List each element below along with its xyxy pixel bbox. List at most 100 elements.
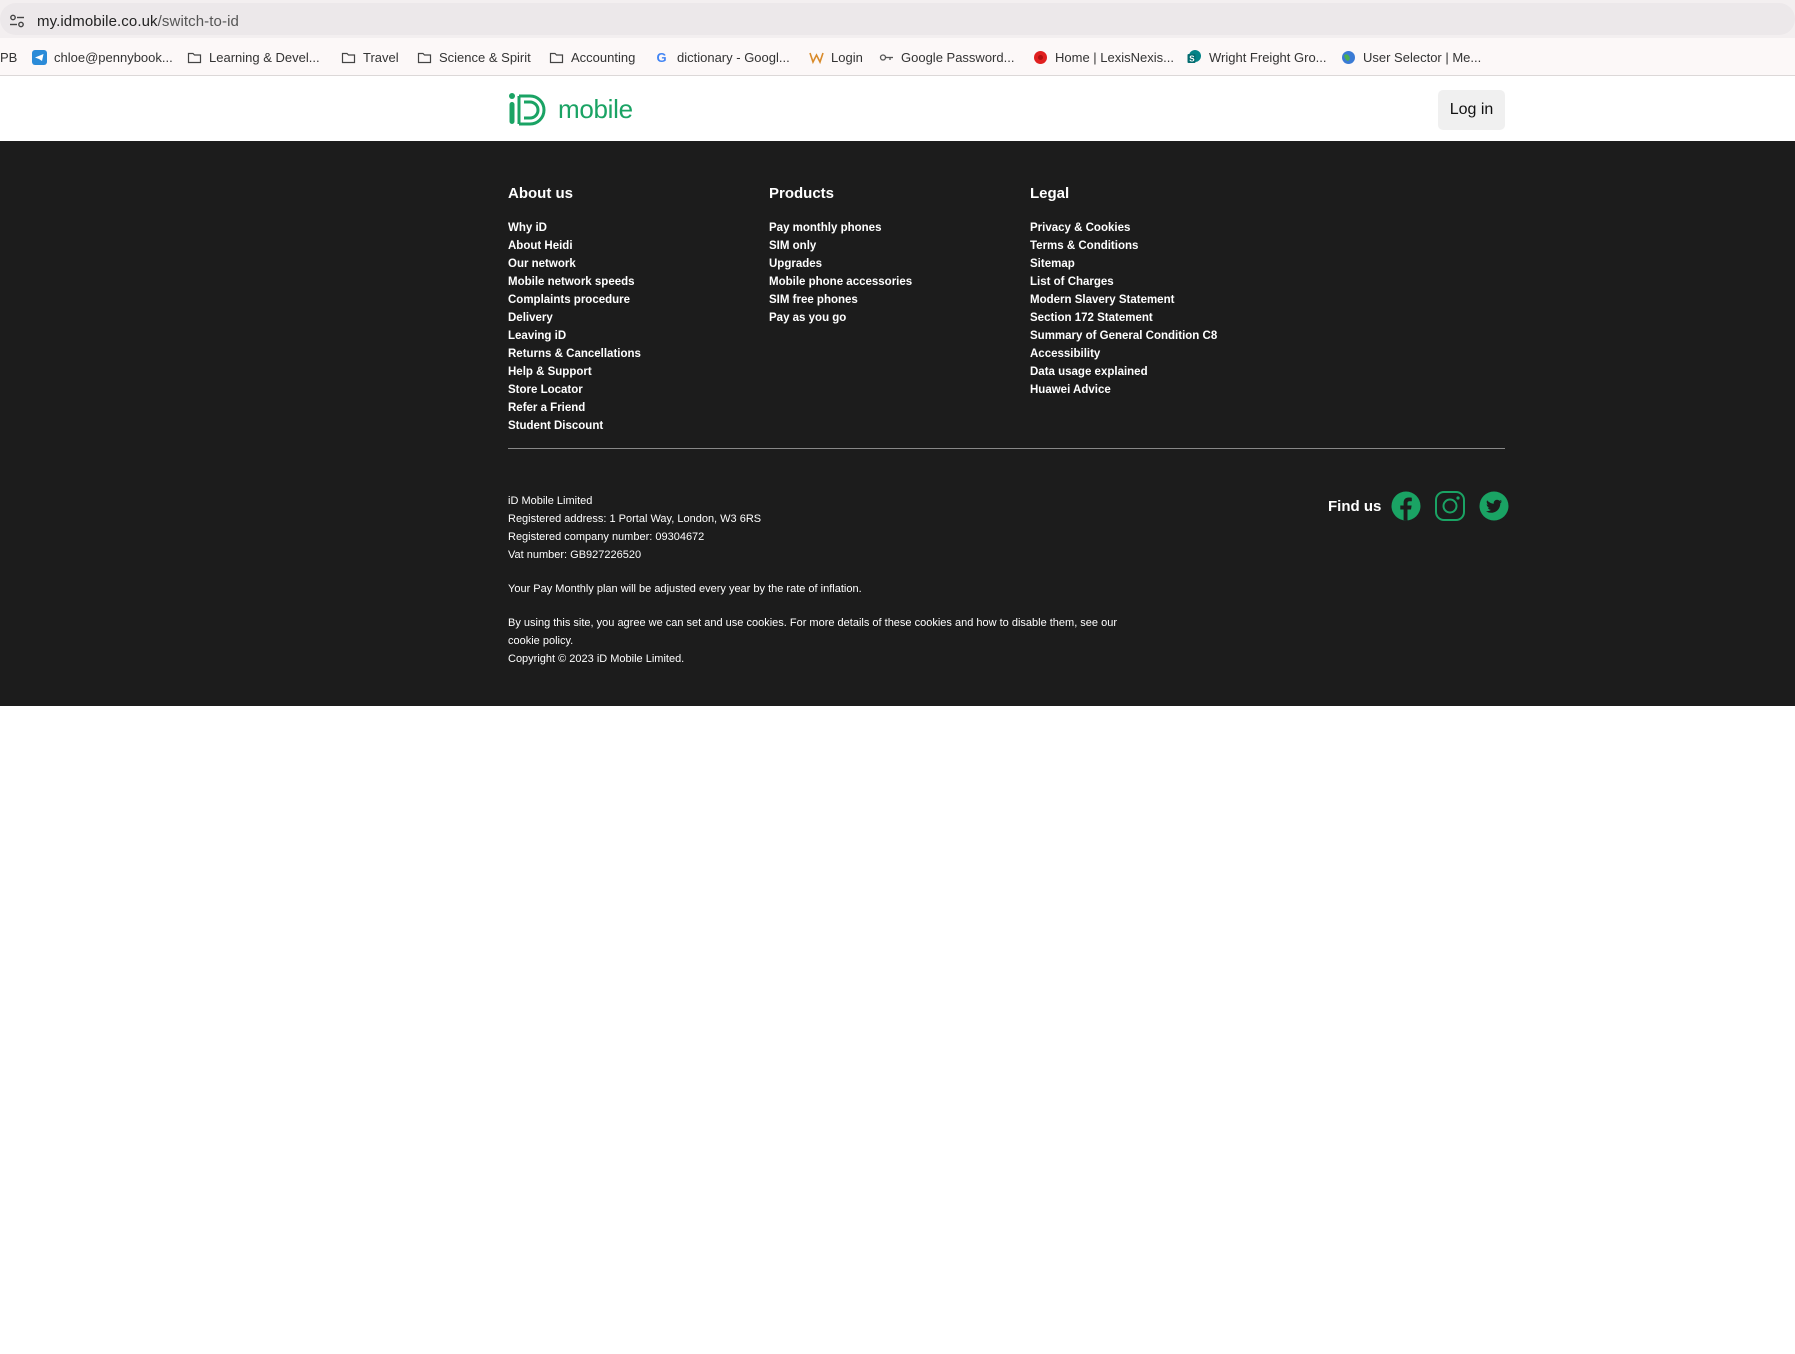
- instagram-icon[interactable]: [1435, 491, 1466, 521]
- bookmark-label: User Selector | Me...: [1363, 49, 1482, 65]
- bookmark-google-password[interactable]: Google Password...: [879, 48, 1014, 66]
- footer-column-legal: Legal Privacy & Cookies Terms & Conditio…: [1030, 185, 1217, 399]
- bookmark-label: Home | LexisNexis...: [1055, 49, 1174, 65]
- key-icon: [879, 53, 893, 61]
- footer-link[interactable]: Summary of General Condition C8: [1030, 327, 1217, 345]
- footer-link[interactable]: List of Charges: [1030, 273, 1217, 291]
- footer-link[interactable]: Mobile network speeds: [508, 273, 641, 291]
- site-footer: About us Why iD About Heidi Our network …: [0, 141, 1795, 706]
- footer-divider: [508, 448, 1505, 449]
- bookmark-accounting[interactable]: Accounting: [549, 48, 635, 66]
- footer-link[interactable]: Pay as you go: [769, 309, 912, 327]
- footer-link[interactable]: Huawei Advice: [1030, 381, 1217, 399]
- folder-icon: [187, 52, 202, 63]
- footer-link[interactable]: Store Locator: [508, 381, 641, 399]
- footer-link[interactable]: Privacy & Cookies: [1030, 219, 1217, 237]
- bookmark-learning[interactable]: Learning & Devel...: [187, 48, 320, 66]
- vat-number: Vat number: GB927226520: [508, 549, 642, 561]
- url-host: my.idmobile.co.uk: [37, 13, 158, 30]
- footer-link[interactable]: Accessibility: [1030, 345, 1217, 363]
- bookmark-label: Login: [831, 49, 863, 65]
- cookie-notice: By using this site, you agree we can set…: [508, 614, 1128, 668]
- footer-link[interactable]: Sitemap: [1030, 255, 1217, 273]
- bookmark-pb[interactable]: PB: [0, 48, 17, 66]
- footer-heading-about: About us: [508, 185, 573, 202]
- footer-link[interactable]: Upgrades: [769, 255, 912, 273]
- footer-column-products: Products Pay monthly phones SIM only Upg…: [769, 185, 912, 327]
- lexisnexis-icon: [1034, 50, 1047, 64]
- login-button[interactable]: Log in: [1438, 90, 1505, 130]
- footer-link[interactable]: Delivery: [508, 309, 641, 327]
- browser-address-bar: my.idmobile.co.uk/switch-to-id: [0, 0, 1795, 38]
- twitter-icon[interactable]: [1479, 491, 1509, 521]
- footer-link[interactable]: SIM only: [769, 237, 912, 255]
- footer-link[interactable]: SIM free phones: [769, 291, 912, 309]
- footer-link[interactable]: Why iD: [508, 219, 641, 237]
- footer-links-products: Pay monthly phones SIM only Upgrades Mob…: [769, 219, 912, 327]
- folder-icon: [549, 52, 564, 63]
- bookmark-label: Science & Spirit: [439, 49, 531, 65]
- footer-links-about: Why iD About Heidi Our network Mobile ne…: [508, 219, 641, 435]
- footer-link[interactable]: Returns & Cancellations: [508, 345, 641, 363]
- url-path: /switch-to-id: [157, 13, 239, 30]
- footer-column-about: About us Why iD About Heidi Our network …: [508, 185, 641, 435]
- w-logo-icon: [809, 52, 824, 64]
- footer-link[interactable]: Data usage explained: [1030, 363, 1217, 381]
- bookmark-label: dictionary - Googl...: [677, 49, 790, 65]
- footer-heading-products: Products: [769, 185, 835, 202]
- footer-link[interactable]: Modern Slavery Statement: [1030, 291, 1217, 309]
- cookie-text: By using this site, you agree we can set…: [508, 617, 1118, 629]
- bookmark-label: chloe@pennybook...: [54, 49, 173, 65]
- footer-heading-legal: Legal: [1030, 185, 1070, 202]
- bookmark-label: Google Password...: [901, 49, 1015, 65]
- inflation-note: Your Pay Monthly plan will be adjusted e…: [508, 583, 862, 595]
- bookmark-wright-freight[interactable]: S Wright Freight Gro...: [1187, 48, 1327, 66]
- bookmark-user-selector[interactable]: User Selector | Me...: [1341, 48, 1481, 66]
- footer-link[interactable]: Section 172 Statement: [1030, 309, 1217, 327]
- cookie-policy-link[interactable]: cookie policy.: [508, 635, 573, 647]
- folder-icon: [417, 52, 432, 63]
- url-text[interactable]: my.idmobile.co.uk/switch-to-id: [37, 13, 239, 30]
- svg-text:G: G: [657, 50, 667, 65]
- footer-link[interactable]: Terms & Conditions: [1030, 237, 1217, 255]
- telegram-icon: [32, 49, 47, 65]
- site-header: mobile Log in: [0, 77, 1795, 141]
- find-us: Find us: [1328, 491, 1509, 521]
- bookmark-lexisnexis[interactable]: Home | LexisNexis...: [1033, 48, 1174, 66]
- id-logo-icon: [509, 93, 546, 126]
- company-name: iD Mobile Limited: [508, 495, 593, 507]
- footer-link[interactable]: Mobile phone accessories: [769, 273, 912, 291]
- svg-text:S: S: [1189, 54, 1195, 63]
- footer-link[interactable]: Our network: [508, 255, 641, 273]
- footer-link[interactable]: Help & Support: [508, 363, 641, 381]
- facebook-icon[interactable]: [1391, 491, 1421, 521]
- logo-wordmark: mobile: [558, 93, 633, 124]
- footer-link[interactable]: About Heidi: [508, 237, 641, 255]
- bookmarks-bar: PB chloe@pennybook... Learning & Devel..…: [0, 38, 1795, 76]
- bookmark-chloe[interactable]: chloe@pennybook...: [32, 48, 173, 66]
- footer-link[interactable]: Student Discount: [508, 417, 641, 435]
- copyright: Copyright © 2023 iD Mobile Limited.: [508, 653, 685, 665]
- bookmark-label: Travel: [363, 49, 399, 65]
- bookmark-science[interactable]: Science & Spirit: [417, 48, 531, 66]
- bookmark-label: Wright Freight Gro...: [1209, 49, 1327, 65]
- id-mobile-logo[interactable]: mobile: [508, 92, 633, 126]
- google-icon: G: [657, 50, 667, 65]
- find-us-label: Find us: [1328, 497, 1382, 515]
- footer-link[interactable]: Refer a Friend: [508, 399, 641, 417]
- company-number: Registered company number: 09304672: [508, 531, 705, 543]
- sharepoint-icon: S: [1187, 49, 1201, 63]
- bookmark-login[interactable]: Login: [809, 48, 863, 66]
- url-field[interactable]: my.idmobile.co.uk/switch-to-id: [0, 3, 1795, 35]
- bookmark-travel[interactable]: Travel: [341, 48, 399, 66]
- bookmark-label: PB: [0, 49, 18, 65]
- bookmark-label: Learning & Devel...: [209, 49, 320, 65]
- site-settings-icon[interactable]: [9, 14, 25, 28]
- footer-link[interactable]: Complaints procedure: [508, 291, 641, 309]
- bookmark-dictionary[interactable]: G dictionary - Googl...: [655, 48, 790, 66]
- footer-link[interactable]: Leaving iD: [508, 327, 641, 345]
- folder-icon: [341, 52, 356, 63]
- globe-icon: [1342, 50, 1355, 64]
- company-info: iD Mobile Limited Registered address: 1 …: [508, 492, 761, 564]
- footer-link[interactable]: Pay monthly phones: [769, 219, 912, 237]
